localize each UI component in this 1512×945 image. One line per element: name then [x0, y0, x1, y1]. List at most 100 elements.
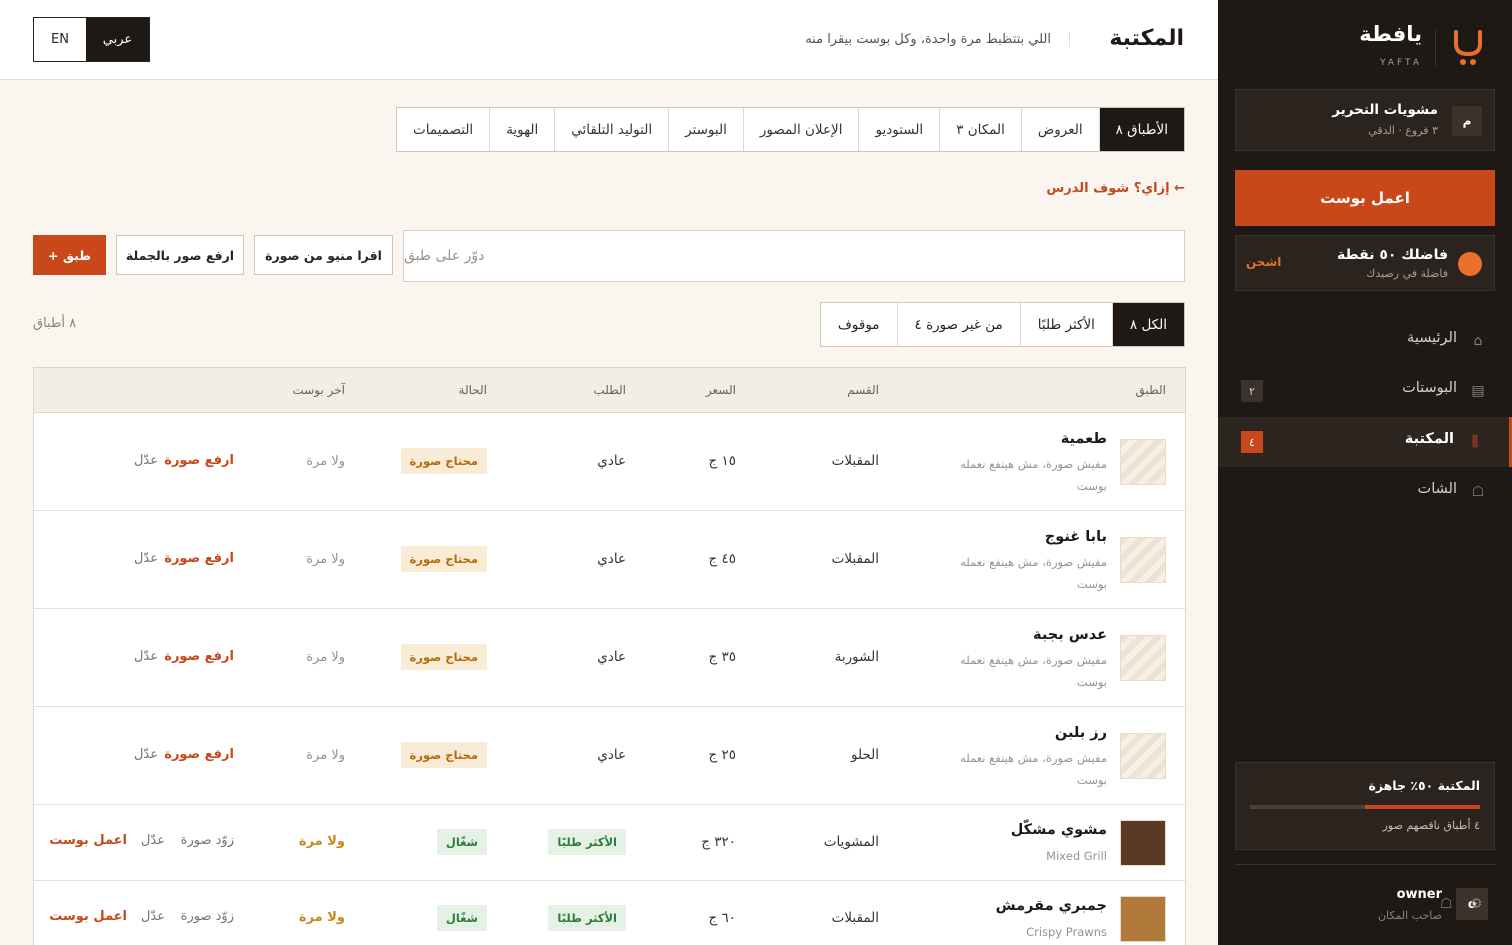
dish-english-name: Crispy Prawns	[1026, 925, 1107, 939]
lesson-link[interactable]: إزاي؟ شوف الدرس ←	[1046, 181, 1185, 196]
table-row[interactable]: جمبري مقرمش Crispy Prawns المقبلات ٦٠ ج …	[34, 881, 1185, 945]
filter-all[interactable]: الكل ٨	[1111, 303, 1184, 346]
dish-placeholder-image	[1120, 537, 1166, 583]
dish-photo	[1120, 820, 1166, 866]
tab-designs[interactable]: التصميمات	[397, 108, 489, 151]
tab-photo-ad[interactable]: الإعلان المصور	[742, 108, 859, 151]
top-bar: المكتبة اللي بتتظبط مرة واحدة، وكل بوست …	[0, 0, 1218, 80]
tab-identity[interactable]: الهوية	[489, 108, 554, 151]
col-dish: الطبق	[1135, 383, 1166, 397]
filter-top[interactable]: الأكثر طلبًا	[1019, 303, 1112, 346]
library-status-card: المكتبة ٥٠٪ جاهزة ٤ أطباق ناقصهم صور	[1235, 762, 1495, 850]
bulk-upload-button[interactable]: ارفع صور بالجملة	[116, 235, 244, 275]
status-badge: شغّال	[436, 829, 487, 855]
filter-no-photo[interactable]: من غير صورة ٤	[896, 303, 1020, 346]
status-badge: محتاج صورة	[400, 546, 487, 572]
edit-link[interactable]: عدّل	[141, 909, 165, 924]
table-row[interactable]: رز بلبن مفيش صورة، مش هينفع نعمله بوست ا…	[34, 707, 1185, 805]
posts-count-badge: ٢	[1241, 380, 1263, 402]
branch-avatar: م	[1452, 106, 1482, 136]
tab-auto-generate[interactable]: التوليد التلقائي	[554, 108, 668, 151]
dish-name: بابا غنوج	[1044, 529, 1107, 545]
language-switch: EN عربي	[33, 17, 150, 62]
tab-place[interactable]: المكان ٣	[939, 108, 1021, 151]
sidebar-item-chat[interactable]: ☖ الشات	[1218, 467, 1512, 517]
last-post: ولا مرة	[306, 454, 345, 469]
upload-photo-link[interactable]: ارفع صورة	[164, 747, 234, 762]
table-header: الطبق القسم السعر الطلب الحالة آخر بوست	[34, 368, 1185, 413]
branch-selector[interactable]: م مشويات التحرير ٣ فروع · الدقي	[1235, 89, 1495, 151]
library-status-title: المكتبة ٥٠٪ جاهزة	[1368, 778, 1480, 793]
gear-icon[interactable]: ⚙	[1470, 896, 1483, 912]
sidebar-item-posts[interactable]: ▤ البوستات ٢	[1218, 366, 1512, 416]
make-post-link[interactable]: اعمل بوست	[49, 909, 127, 924]
dish-filters: الكل ٨ الأكثر طلبًا من غير صورة ٤ موقوف	[819, 302, 1185, 347]
upload-photo-link[interactable]: ارفع صورة	[164, 453, 234, 468]
read-menu-button[interactable]: اقرا منيو من صورة	[254, 235, 393, 275]
chat-icon[interactable]: ☖	[1440, 896, 1453, 912]
dish-name: جمبري مقرمش	[995, 898, 1107, 914]
library-tabs: الأطباق ٨ العروض المكان ٣ الستوديو الإعل…	[396, 107, 1185, 152]
logo-text: يافطة	[1359, 22, 1422, 46]
sidebar-item-home[interactable]: ⌂ الرئيسية	[1218, 316, 1512, 366]
tab-dishes[interactable]: الأطباق ٨	[1098, 108, 1184, 151]
tab-offers[interactable]: العروض	[1020, 108, 1099, 151]
last-post: ولا مرة	[298, 834, 345, 849]
dish-category: المقبلات	[831, 551, 879, 567]
dish-placeholder-image	[1120, 733, 1166, 779]
make-post-link[interactable]: اعمل بوست	[49, 833, 127, 848]
add-photo-link[interactable]: زوّد صورة	[181, 909, 234, 924]
demand-badge: الأكثر طلبًا	[548, 829, 626, 855]
table-row[interactable]: مشوي مشكّل Mixed Grill المشويات ٣٢٠ ج ال…	[34, 805, 1185, 881]
lang-ar-button[interactable]: عربي	[86, 18, 149, 61]
status-badge: محتاج صورة	[400, 644, 487, 670]
upload-photo-link[interactable]: ارفع صورة	[164, 551, 234, 566]
dish-demand: عادي	[597, 551, 626, 567]
last-post: ولا مرة	[306, 552, 345, 567]
dish-price: ١٥ ج	[708, 453, 736, 469]
search-input[interactable]: دوّر على طبق	[403, 230, 1185, 282]
points-card: فاضلك ٥٠ نقطة فاضلة في رصيدك اشحن	[1235, 235, 1495, 291]
dishes-table: الطبق القسم السعر الطلب الحالة آخر بوست …	[33, 367, 1186, 945]
branch-info: ٣ فروع · الدقي	[1368, 124, 1438, 137]
points-sub: فاضلة في رصيدك	[1366, 267, 1448, 280]
col-category: القسم	[847, 383, 879, 397]
edit-link[interactable]: عدّل	[141, 833, 165, 848]
tab-studio[interactable]: الستوديو	[858, 108, 939, 151]
make-post-button[interactable]: اعمل بوست	[1235, 170, 1495, 226]
tab-poster[interactable]: البوستر	[668, 108, 743, 151]
sidebar-item-label: البوستات	[1402, 380, 1457, 396]
logo-divider	[1435, 30, 1436, 66]
dish-note: مفيش صورة، مش هينفع نعمله بوست	[960, 653, 1107, 689]
sidebar-item-library[interactable]: ⫼ المكتبة ٤	[1218, 417, 1512, 467]
table-row[interactable]: طعمية مفيش صورة، مش هينفع نعمله بوست الم…	[34, 413, 1185, 511]
filter-paused[interactable]: موقوف	[821, 303, 897, 346]
dish-note: مفيش صورة، مش هينفع نعمله بوست	[960, 457, 1107, 493]
edit-link[interactable]: عدّل	[134, 551, 158, 566]
dish-name: طعمية	[1060, 431, 1107, 447]
last-post: ولا مرة	[306, 748, 345, 763]
edit-link[interactable]: عدّل	[134, 747, 158, 762]
dish-category: الحلو	[850, 747, 879, 763]
table-row[interactable]: بابا غنوج مفيش صورة، مش هينفع نعمله بوست…	[34, 511, 1185, 609]
demand-badge: الأكثر طلبًا	[548, 905, 626, 931]
main-area: المكتبة اللي بتتظبط مرة واحدة، وكل بوست …	[0, 0, 1218, 945]
lang-en-button[interactable]: EN	[34, 18, 86, 61]
dish-name: رز بلبن	[1054, 725, 1107, 741]
dish-category: المشويات	[823, 834, 879, 850]
add-photo-link[interactable]: زوّد صورة	[181, 833, 234, 848]
edit-link[interactable]: عدّل	[134, 453, 158, 468]
sidebar-item-label: المكتبة	[1404, 431, 1454, 447]
charge-button[interactable]: اشحن	[1246, 255, 1281, 269]
last-post: ولا مرة	[306, 650, 345, 665]
dish-demand: عادي	[597, 649, 626, 665]
add-dish-button[interactable]: + طبق	[33, 235, 106, 275]
library-progress-fill	[1365, 805, 1480, 809]
col-price: السعر	[705, 383, 736, 397]
dish-photo	[1120, 896, 1166, 942]
upload-photo-link[interactable]: ارفع صورة	[164, 649, 234, 664]
table-row[interactable]: عدس بجبة مفيش صورة، مش هينفع نعمله بوست …	[34, 609, 1185, 707]
edit-link[interactable]: عدّل	[134, 649, 158, 664]
points-title: فاضلك ٥٠ نقطة	[1336, 247, 1448, 263]
chat-icon: ☖	[1471, 484, 1485, 500]
